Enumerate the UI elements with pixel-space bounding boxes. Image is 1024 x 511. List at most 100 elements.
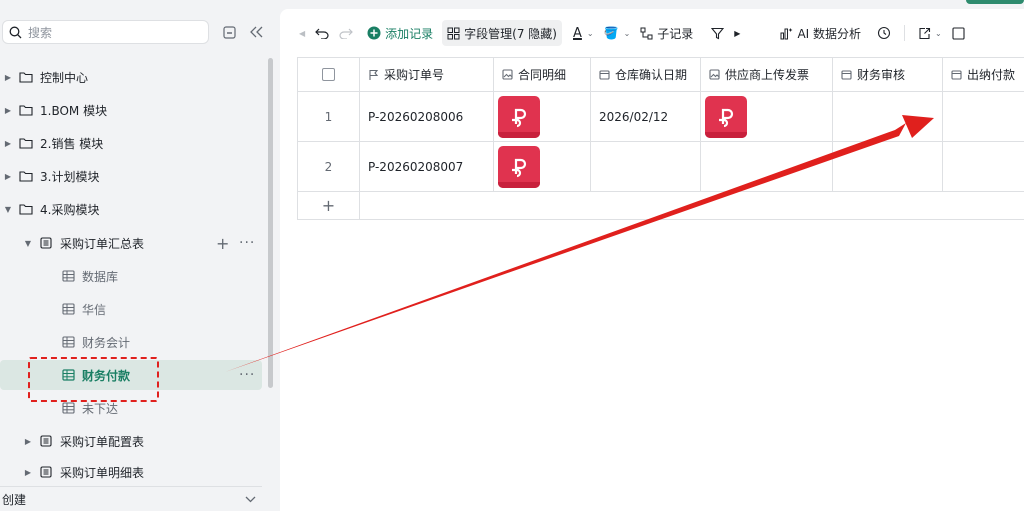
row-number: 2 [298,142,360,191]
sidebar-footer[interactable]: 创建 [0,486,262,511]
more-icon[interactable]: ··· [239,367,255,383]
toolbar-divider [904,25,906,41]
history-button[interactable] [872,20,896,46]
pdf-file-icon[interactable] [498,95,540,138]
table-row[interactable]: 2 P-20260208007 [298,142,1024,192]
warehouse-date-cell[interactable] [591,142,701,191]
table-icon [60,367,76,383]
folder-icon [18,69,34,85]
plus-circle-icon [367,26,381,40]
filter-button[interactable] [706,20,729,46]
column-header[interactable]: 财务审核 [833,58,943,91]
search-placeholder: 搜索 [28,25,53,40]
caret-right-icon: ▶ [4,138,12,148]
more-icon[interactable]: ··· [239,235,255,251]
column-header[interactable]: 仓库确认日期 [591,58,701,91]
table-row[interactable]: 1 P-20260208006 2026/02/12 [298,92,1024,142]
select-all-checkbox[interactable] [322,68,335,81]
sidebar-item-database[interactable]: 数据库 [0,261,262,291]
sidebar-item-label: 1.BOM 模块 [40,103,108,118]
invoice-attachment-cell[interactable] [701,92,833,141]
sidebar-item-planning[interactable]: ▶ 3.计划模块 [0,161,262,191]
sidebar-item-label: 财务会计 [82,335,131,350]
document-icon [38,433,54,449]
order-number-cell[interactable]: P-20260208006 [360,92,494,141]
contract-attachment-cell[interactable] [494,142,591,191]
folder-open-icon [18,201,34,217]
grid-icon [447,27,460,39]
more-tools-button[interactable]: ▶ [729,20,745,46]
field-manage-button[interactable]: 字段管理(7 隐藏) [442,20,562,46]
invoice-attachment-cell[interactable] [701,142,833,191]
sidebar-item-control-center[interactable]: ▶ 控制中心 [0,62,262,92]
finance-review-cell[interactable] [833,142,943,191]
row-number: 1 [298,92,360,141]
column-header[interactable]: 采购订单号 [360,58,494,91]
sidebar-item-label: 2.销售 模块 [40,136,104,151]
column-header[interactable]: 供应商上传发票 [701,58,833,91]
flag-icon [368,69,379,81]
collapse-sidebar-button[interactable] [249,24,265,40]
sidebar-item-po-config[interactable]: ▶ 采购订单配置表 [0,426,262,456]
caret-right-icon: ▶ [4,72,12,82]
search-input[interactable]: 搜索 [2,20,209,44]
collapse-box-button[interactable] [221,24,237,40]
caret-right-icon: ▶ [4,105,12,115]
table-icon [60,400,76,416]
sidebar-item-accounting[interactable]: 财务会计 [0,327,262,357]
sidebar-item-huaxin[interactable]: 华信 [0,294,262,324]
search-icon [9,26,22,38]
sidebar-item-label: 华信 [82,302,107,317]
sidebar-item-po-summary[interactable]: ▼ 采购订单汇总表 + ··· [0,228,262,258]
accent-bar [966,0,1024,4]
pdf-file-icon[interactable] [498,145,540,188]
sidebar-item-label: 财务付款 [82,368,131,383]
caret-down-icon: ▼ [4,204,12,214]
add-record-button[interactable]: 添加记录 [362,20,438,46]
undo-button[interactable] [310,20,334,46]
caret-down-icon: ▼ [24,238,32,248]
sidebar-item-payment[interactable]: 财务付款 ··· [0,360,262,390]
add-row-button[interactable]: + [298,192,360,219]
cashier-payment-cell[interactable] [943,92,1024,141]
sub-record-button[interactable]: 子记录 [635,20,698,46]
folder-icon [18,135,34,151]
column-header-label: 出纳付款 [967,68,1016,82]
ai-analysis-label: AI 数据分析 [797,26,862,41]
sidebar-item-purchasing[interactable]: ▼ 4.采购模块 [0,194,262,224]
select-all-cell[interactable] [298,58,360,91]
sidebar-item-po-detail[interactable]: ▶ 采购订单明细表 [0,459,262,485]
add-row[interactable]: + [298,192,1024,219]
field-manage-label: 字段管理(7 隐藏) [464,26,557,41]
add-icon[interactable]: + [216,234,229,253]
folder-icon [18,168,34,184]
redo-button[interactable] [334,20,358,46]
overflow-button[interactable] [947,20,970,46]
column-header[interactable]: 出纳付款 [943,58,1024,91]
sidebar-scrollbar[interactable] [268,58,273,388]
export-button[interactable]: ⌄ [913,20,947,46]
column-header-label: 合同明细 [518,68,567,82]
collapse-left-button[interactable]: ◀ [294,20,310,46]
cashier-payment-cell[interactable] [943,142,1024,191]
fill-color-button[interactable]: 🪣 ⌄ [599,20,636,46]
sidebar-item-bom[interactable]: ▶ 1.BOM 模块 [0,95,262,125]
order-number-cell[interactable]: P-20260208007 [360,142,494,191]
sidebar-item-sales[interactable]: ▶ 2.销售 模块 [0,128,262,158]
plus-icon: + [321,196,336,215]
warehouse-date-cell[interactable]: 2026/02/12 [591,92,701,141]
column-header[interactable]: 合同明细 [494,58,591,91]
finance-review-cell[interactable] [833,92,943,141]
document-icon [38,235,54,251]
sidebar-item-label: 4.采购模块 [40,202,100,217]
app-window: 搜索 ▶ 控制中心 ▶ 1.BOM 模块 ▶ 2.销售 模块 ▶ 3.计划模块 [0,0,1024,511]
text-color-button[interactable]: A ⌄ [568,20,599,46]
pdf-file-icon[interactable] [705,95,747,138]
chevron-down-icon: ⌄ [935,28,942,38]
contract-attachment-cell[interactable] [494,92,591,141]
sub-record-label: 子记录 [657,26,694,41]
undo-icon [315,28,329,39]
sidebar-item-not-issued[interactable]: 未下达 [0,393,262,423]
add-row-empty [360,192,1024,219]
ai-analysis-button[interactable]: AI 数据分析 [775,20,866,46]
